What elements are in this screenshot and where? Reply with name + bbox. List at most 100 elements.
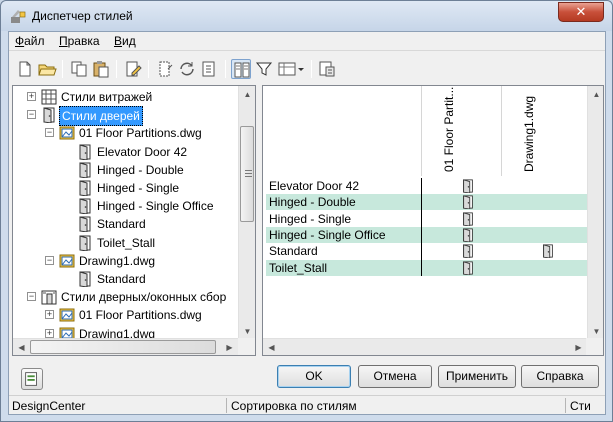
tree-item-label: Hinged - Single	[97, 181, 180, 195]
title-bar[interactable]: Диспетчер стилей ✕	[1, 1, 612, 31]
matrix-row[interactable]: Elevator Door 42	[266, 178, 588, 194]
status-left: DesignCenter	[12, 399, 86, 413]
style-name: Elevator Door 42	[269, 179, 360, 193]
expand-icon[interactable]: +	[45, 328, 54, 338]
tree-item[interactable]: − Стили дверей	[13, 106, 239, 127]
tree-item[interactable]: Hinged - Single	[13, 179, 239, 197]
matrix-row[interactable]: Hinged - Single	[266, 211, 588, 227]
door-icon	[77, 180, 93, 197]
new-icon[interactable]	[15, 59, 35, 79]
expand-icon[interactable]: +	[27, 92, 36, 101]
door-icon	[77, 143, 93, 161]
scroll-left-icon[interactable]: ◀	[263, 339, 280, 355]
scroll-left-icon[interactable]: ◀	[13, 339, 30, 355]
tree-item[interactable]: − Стили дверных/оконных сбор	[13, 288, 239, 306]
door-icon	[41, 107, 57, 124]
drawing-icon	[59, 253, 75, 269]
scroll-right-icon[interactable]: ▶	[221, 339, 238, 355]
tree-item[interactable]: + Стили витражей	[13, 88, 239, 106]
designcenter-icon[interactable]	[21, 368, 43, 390]
collapse-icon[interactable]: −	[45, 255, 54, 265]
help-button[interactable]: Справка	[521, 365, 599, 388]
style-name: Hinged - Double	[269, 195, 356, 210]
matrix-row[interactable]: Hinged - Single Office	[266, 226, 588, 243]
tree-item[interactable]: Elevator Door 42	[13, 143, 239, 161]
open-icon[interactable]	[37, 59, 57, 79]
door-icon	[77, 234, 93, 252]
tree-item[interactable]: Toilet_Stall	[13, 234, 239, 252]
ok-button[interactable]: OK	[277, 365, 351, 388]
door-icon	[77, 198, 93, 215]
matrix-horizontal-scrollbar[interactable]: ◀ ▶	[263, 338, 587, 355]
expand-icon[interactable]: +	[45, 310, 54, 320]
tree-item[interactable]: Standard	[13, 215, 239, 233]
style-manager-window: Диспетчер стилей ✕ Файл Правка Вид + Сти…	[0, 0, 613, 422]
tree-item-label: 01 Floor Partitions.dwg	[79, 126, 202, 141]
toolbar	[9, 55, 605, 83]
close-button[interactable]: ✕	[558, 2, 604, 22]
view-options-icon[interactable]	[277, 59, 305, 79]
tree-item[interactable]: Hinged - Single Office	[13, 197, 239, 215]
tree-item-label: Стили витражей	[61, 90, 153, 104]
door-icon[interactable]	[461, 244, 475, 259]
door-window-icon	[41, 289, 57, 305]
copy-icon[interactable]	[69, 59, 89, 79]
door-icon[interactable]	[461, 211, 475, 227]
edit-icon[interactable]	[123, 59, 143, 79]
scroll-thumb[interactable]	[240, 126, 254, 222]
column-header[interactable]: 01 Floor Partit...	[421, 86, 501, 176]
filter-icon[interactable]	[254, 59, 274, 79]
door-icon	[77, 162, 93, 179]
matrix-row[interactable]: Hinged - Double	[266, 194, 588, 211]
scroll-thumb[interactable]	[30, 340, 216, 354]
tree-item[interactable]: − Drawing1.dwg	[13, 252, 239, 270]
tree-item-label: Standard	[97, 272, 146, 286]
properties-icon[interactable]	[199, 59, 219, 79]
style-name: Standard	[269, 244, 318, 259]
curtain-wall-icon	[41, 89, 57, 105]
collapse-icon[interactable]: −	[45, 128, 54, 138]
cancel-button[interactable]: Отмена	[358, 365, 432, 388]
matrix-row[interactable]: Toilet_Stall	[266, 259, 588, 276]
style-name: Hinged - Single	[269, 211, 352, 226]
collapse-icon[interactable]: −	[27, 292, 36, 302]
matrix-row[interactable]: Standard	[266, 243, 588, 259]
door-icon[interactable]	[461, 228, 475, 243]
drawing-icon	[59, 125, 75, 141]
tree-vertical-scrollbar[interactable]: ▲ ▼	[238, 86, 255, 340]
door-icon[interactable]	[541, 244, 555, 259]
scroll-up-icon[interactable]: ▲	[588, 86, 603, 103]
tree-item-label: Standard	[97, 217, 146, 232]
tree-item[interactable]: Hinged - Double	[13, 161, 239, 179]
tree-horizontal-scrollbar[interactable]: ◀ ▶	[13, 338, 238, 355]
style-name: Toilet_Stall	[269, 260, 328, 275]
tree-item[interactable]: +01 Floor Partitions.dwg	[13, 306, 239, 324]
paste-icon[interactable]	[91, 59, 111, 79]
door-icon[interactable]	[461, 260, 475, 276]
collapse-icon[interactable]: −	[27, 110, 36, 120]
tree-item[interactable]: Standard	[13, 270, 239, 288]
menu-view[interactable]: Вид	[114, 34, 136, 48]
scroll-right-icon[interactable]: ▶	[570, 339, 587, 355]
door-icon	[77, 271, 93, 288]
door-icon[interactable]	[461, 179, 475, 194]
refresh-icon[interactable]	[317, 59, 337, 79]
menu-file[interactable]: Файл	[15, 34, 45, 48]
purge-icon[interactable]	[155, 59, 175, 79]
tree-item-label: 01 Floor Partitions.dwg	[79, 308, 202, 323]
sync-icon[interactable]	[177, 59, 197, 79]
apply-button[interactable]: Применить	[438, 365, 516, 388]
tree-item[interactable]: − 01 Floor Partitions.dwg	[13, 124, 239, 142]
door-icon	[77, 216, 93, 233]
style-tree[interactable]: + Стили витражей − Стили дверей −01 Floor Pa…	[12, 85, 256, 356]
toggle-view-icon[interactable]	[231, 59, 251, 79]
menu-edit[interactable]: Правка	[59, 34, 100, 48]
column-header[interactable]: Drawing1.dwg	[501, 86, 581, 176]
tree-item-label: Elevator Door 42	[97, 144, 188, 159]
door-icon[interactable]	[461, 195, 475, 210]
style-matrix[interactable]: 01 Floor Partit... Drawing1.dwg Elevator…	[262, 85, 604, 356]
tree-item-label: Toilet_Stall	[97, 235, 156, 250]
app-icon	[11, 10, 26, 23]
scroll-up-icon[interactable]: ▲	[239, 86, 255, 103]
matrix-vertical-scrollbar[interactable]: ▲ ▼	[587, 86, 603, 340]
